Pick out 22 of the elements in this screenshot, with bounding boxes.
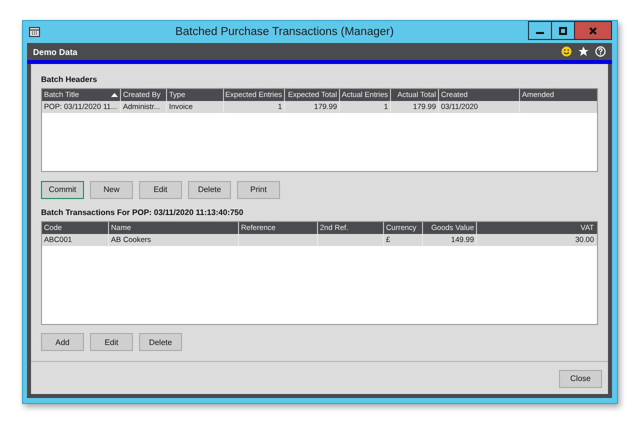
minimize-button[interactable] (528, 21, 552, 40)
close-icon (589, 26, 597, 34)
close-button[interactable]: Close (559, 370, 602, 388)
add-button[interactable]: Add (41, 333, 84, 351)
star-icon[interactable] (578, 46, 589, 57)
edit-button[interactable]: Edit (90, 333, 133, 351)
help-icon[interactable] (595, 46, 606, 57)
edit-button[interactable]: Edit (139, 180, 182, 198)
new-button[interactable]: New (90, 180, 133, 198)
print-button[interactable]: Print (237, 180, 280, 198)
section-title: Batch Transactions For POP: 03/11/2020 11:13:40:750 (41, 206, 244, 218)
maximize-button[interactable] (551, 21, 575, 40)
delete-button[interactable]: Delete (139, 333, 182, 351)
window-title: Batched Purchase Transactions (Manager) (174, 26, 395, 38)
smiley-icon[interactable] (561, 46, 572, 57)
calculator-icon (29, 27, 40, 37)
commit-button[interactable]: Commit (41, 180, 84, 198)
section-title: Batch Headers (41, 74, 98, 86)
company-name: Demo Data (32, 46, 78, 56)
close-button[interactable] (574, 21, 612, 40)
maximize-icon (559, 26, 567, 34)
delete-button[interactable]: Delete (188, 180, 231, 198)
